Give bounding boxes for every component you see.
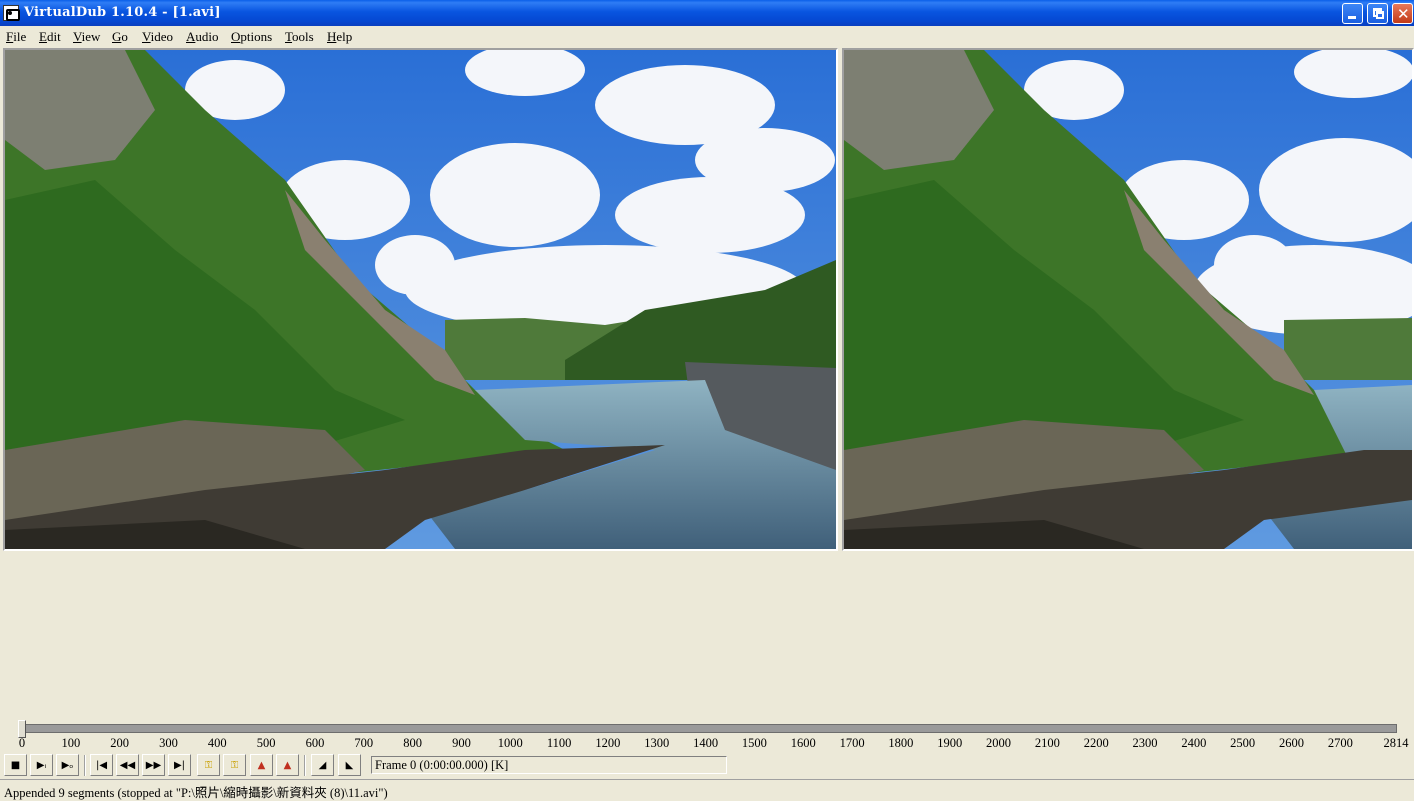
stop-icon: ■ (10, 759, 21, 771)
menu-help[interactable]: Help (327, 29, 352, 45)
title-bar[interactable]: VirtualDub 1.10.4 - [1.avi] ✕ (0, 0, 1414, 26)
mark-in-icon: ◢ (318, 759, 327, 771)
frame-position-readout[interactable]: Frame 0 (0:00:00.000) [K] (371, 756, 727, 774)
go-to-end-button[interactable]: ▶| (168, 754, 191, 776)
menu-file[interactable]: File (6, 29, 26, 45)
timeline-tick-label: 600 (305, 736, 325, 750)
timeline-track[interactable] (20, 724, 1397, 733)
input-video-pane[interactable] (3, 48, 838, 551)
virtualdub-window: VirtualDub 1.10.4 - [1.avi] ✕ File Edit Vi… (0, 0, 1414, 800)
minimize-button[interactable] (1342, 3, 1363, 24)
menu-go[interactable]: Go (112, 29, 128, 45)
timeline-tick-label: 1900 (937, 736, 963, 750)
timeline-tick-label: 2600 (1279, 736, 1304, 750)
timeline-tick-label: 700 (354, 736, 374, 750)
output-video-frame (844, 50, 1412, 549)
timeline-tick-label: 2814 (1383, 736, 1409, 750)
menu-view[interactable]: View (73, 29, 100, 45)
step-forward-icon: ▶▶ (145, 759, 162, 771)
timeline-tick-label: 800 (403, 736, 422, 750)
close-button[interactable]: ✕ (1392, 3, 1413, 24)
timeline-tick-label: 0 (18, 736, 26, 750)
menu-audio[interactable]: Audio (186, 29, 219, 45)
timeline-tick-label: 400 (207, 736, 227, 750)
mark-in-button[interactable]: ◢ (311, 754, 334, 776)
mark-out-button[interactable]: ◣ (338, 754, 361, 776)
timeline-tick-label: 1500 (741, 736, 767, 750)
play-output-button[interactable]: ▶ₒ (56, 754, 79, 776)
timeline-tick-label: 2700 (1327, 736, 1353, 750)
timeline-tick-label: 500 (256, 736, 276, 750)
restore-icon-back (1376, 11, 1384, 19)
timeline-tick-labels: 0 100 200 300 400 500 600 700 800 900 1000 1100 1200… (0, 734, 1414, 750)
previous-keyframe-button[interactable]: ⚿ (197, 754, 220, 776)
timeline-tick-label: 1300 (644, 736, 670, 750)
timeline-tick-label: 1700 (839, 736, 865, 750)
timeline-tick-label: 1600 (790, 736, 816, 750)
key-next-icon: ⚿ (230, 759, 239, 771)
step-forward-button[interactable]: ▶▶ (142, 754, 165, 776)
virtualdub-app-icon[interactable] (3, 5, 20, 21)
menu-tools[interactable]: Tools (285, 29, 314, 45)
menu-options[interactable]: Options (231, 29, 272, 45)
timeline-tick-label: 1100 (546, 736, 572, 750)
minimize-icon (1348, 16, 1356, 19)
timeline-tick-label: 2300 (1132, 736, 1158, 750)
playback-toolbar: ■ ▶ᵢ ▶ₒ |◀ ◀◀ ▶▶ ▶| ⚿ ⚿ ▲ ▲ ◢ ◣ Frame 0 … (0, 753, 1414, 777)
timeline-tick-label: 200 (110, 736, 130, 750)
go-to-start-button[interactable]: |◀ (90, 754, 113, 776)
step-backward-button[interactable]: ◀◀ (116, 754, 139, 776)
input-video-frame (5, 50, 836, 549)
scene-previous-icon: ▲ (257, 759, 266, 771)
go-to-end-icon: ▶| (173, 759, 186, 771)
timeline-tick-label: 1400 (693, 736, 719, 750)
play-output-icon: ▶ₒ (61, 759, 74, 771)
restore-button[interactable] (1367, 3, 1388, 24)
next-scene-button[interactable]: ▲ (276, 754, 299, 776)
key-previous-icon: ⚿ (204, 759, 213, 771)
timeline-tick-label: 2500 (1230, 736, 1256, 750)
next-keyframe-button[interactable]: ⚿ (223, 754, 246, 776)
toolbar-separator (304, 755, 306, 776)
previous-scene-button[interactable]: ▲ (250, 754, 273, 776)
go-to-start-icon: |◀ (95, 759, 108, 771)
scene-next-icon: ▲ (283, 759, 292, 771)
status-bar-text: Appended 9 segments (stopped at "P:\照片\縮… (0, 779, 1414, 800)
timeline-tick-label: 1200 (595, 736, 621, 750)
timeline-tick-label: 2200 (1083, 736, 1109, 750)
mark-out-icon: ◣ (345, 759, 354, 771)
timeline-tick-label: 300 (159, 736, 178, 750)
menu-video[interactable]: Video (142, 29, 173, 45)
timeline-tick-label: 2100 (1034, 736, 1060, 750)
timeline-tick-label: 1800 (888, 736, 914, 750)
toolbar-separator (84, 755, 86, 776)
step-backward-icon: ◀◀ (119, 759, 136, 771)
output-video-pane[interactable] (842, 48, 1414, 551)
menu-edit[interactable]: Edit (39, 29, 61, 45)
play-input-icon: ▶ᵢ (36, 759, 47, 771)
timeline-tick-label: 900 (452, 736, 471, 750)
timeline-tick-label: 1000 (497, 736, 523, 750)
window-title: VirtualDub 1.10.4 - [1.avi] (24, 5, 221, 20)
close-icon: ✕ (1397, 5, 1410, 23)
timeline-tick-label: 2000 (986, 736, 1012, 750)
timeline-tick-label: 2400 (1181, 736, 1207, 750)
stop-button[interactable]: ■ (4, 754, 27, 776)
timeline-tick-label: 100 (61, 736, 81, 750)
menu-bar: File Edit View Go Video Audio Options Tools Help (0, 27, 1414, 47)
play-input-button[interactable]: ▶ᵢ (30, 754, 53, 776)
